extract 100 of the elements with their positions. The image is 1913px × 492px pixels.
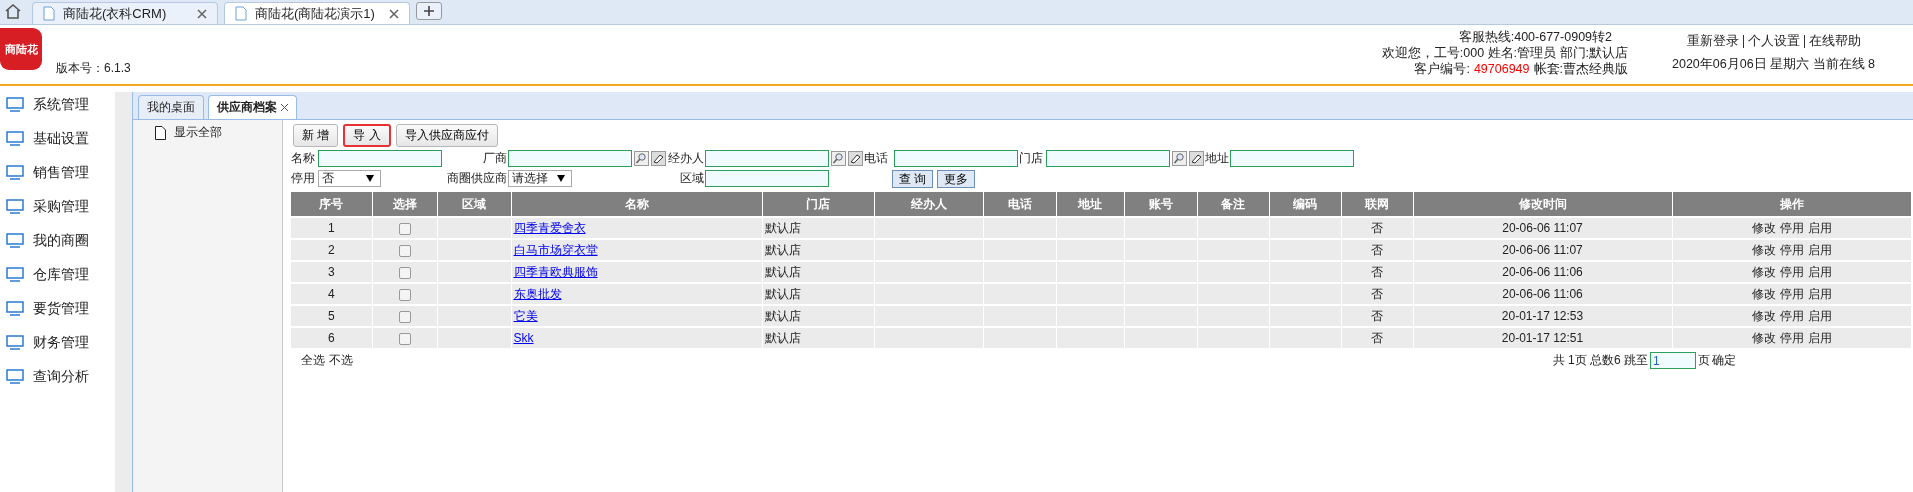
monitor-icon: [6, 131, 24, 146]
sidebar-item[interactable]: 财务管理: [0, 332, 115, 353]
search-icon[interactable]: [831, 151, 846, 166]
sidebar-item[interactable]: 系统管理: [0, 94, 115, 115]
row-action-link[interactable]: 修改: [1751, 241, 1776, 259]
input-field[interactable]: [705, 170, 829, 187]
table-cell: 20-06-06 11:06: [1413, 283, 1672, 305]
row-action-link[interactable]: 修改: [1751, 285, 1776, 303]
row-action-link[interactable]: 停用: [1779, 263, 1804, 281]
checkbox[interactable]: [398, 222, 411, 235]
checkbox[interactable]: [398, 244, 411, 257]
sidebar-item[interactable]: 查询分析: [0, 366, 115, 387]
pager-summary: 共 1页 总数6 跳至: [1552, 352, 1648, 369]
table-cell: 默认店: [762, 327, 874, 348]
input-field[interactable]: [894, 150, 1018, 167]
header-link[interactable]: 在线帮助: [1808, 33, 1861, 50]
toolbar-button[interactable]: 导入供应商应付: [395, 124, 498, 147]
column-header: 修改时间: [1413, 192, 1672, 217]
selection-link[interactable]: 不选: [329, 352, 353, 369]
checkbox[interactable]: [398, 288, 411, 301]
filter-button[interactable]: 更多: [937, 169, 976, 188]
welcome-text: 欢迎您，工号:000 姓名:管理员 部门:默认店: [1381, 45, 1628, 61]
filter-label: 商圈供应商: [446, 170, 507, 187]
input-field[interactable]: [1230, 150, 1354, 167]
row-action-link[interactable]: 启用: [1807, 285, 1832, 303]
sidebar-item[interactable]: 采购管理: [0, 196, 115, 217]
browser-tab[interactable]: 商陆花(商陆花演示1): [224, 2, 410, 24]
row-action-link[interactable]: 修改: [1751, 329, 1776, 347]
row-action-link[interactable]: 停用: [1779, 241, 1804, 259]
row-action-link[interactable]: 停用: [1779, 285, 1804, 303]
monitor-icon: [6, 165, 24, 180]
column-header: 名称: [511, 192, 762, 217]
sidebar-item[interactable]: 要货管理: [0, 298, 115, 319]
filter-label: 电话: [864, 150, 889, 167]
row-action-link[interactable]: 停用: [1779, 219, 1804, 237]
table-cell: 默认店: [762, 217, 874, 239]
filter-label: 区域: [679, 170, 704, 187]
close-icon[interactable]: [197, 8, 207, 19]
row-action-link[interactable]: 停用: [1779, 307, 1804, 325]
sidebar-item[interactable]: 销售管理: [0, 162, 115, 183]
row-action-link[interactable]: 停用: [1779, 329, 1804, 347]
monitor-icon: [6, 335, 24, 350]
toolbar-button[interactable]: 新 增: [293, 124, 339, 147]
table-cell: 4: [291, 283, 372, 305]
row-action-link[interactable]: 修改: [1751, 307, 1776, 325]
eraser-icon[interactable]: [1189, 151, 1204, 166]
row-action-link[interactable]: 启用: [1807, 329, 1832, 347]
tab[interactable]: 供应商档案: [208, 95, 297, 119]
browser-tab[interactable]: 商陆花(衣科CRM): [32, 2, 218, 24]
table-cell: 默认店: [762, 261, 874, 283]
row-action-link[interactable]: 启用: [1807, 307, 1832, 325]
row-action-link[interactable]: 修改: [1751, 219, 1776, 237]
input-field[interactable]: [508, 150, 632, 167]
checkbox[interactable]: [398, 266, 411, 279]
caret-icon: [557, 175, 565, 182]
close-icon[interactable]: [281, 104, 288, 111]
search-icon[interactable]: [1172, 151, 1187, 166]
column-header: 经办人: [874, 192, 983, 217]
eraser-icon[interactable]: [848, 151, 863, 166]
input-field[interactable]: [705, 150, 829, 167]
logo: 商陆花: [0, 28, 42, 70]
dropdown[interactable]: 否: [318, 170, 381, 187]
input-field[interactable]: [1046, 150, 1170, 167]
row-action-link[interactable]: 启用: [1807, 241, 1832, 259]
page-input[interactable]: 1: [1650, 352, 1696, 369]
table-cell: 20-06-06 11:07: [1413, 217, 1672, 239]
header-link[interactable]: 重新登录: [1686, 33, 1739, 50]
supplier-link[interactable]: Skk: [513, 331, 534, 345]
supplier-link[interactable]: 它美: [513, 308, 538, 323]
checkbox[interactable]: [398, 310, 411, 323]
supplier-link[interactable]: 东奥批发: [513, 286, 562, 301]
sidebar-item[interactable]: 基础设置: [0, 128, 115, 149]
table-cell: 20-06-06 11:07: [1413, 239, 1672, 261]
toolbar-button[interactable]: 导 入: [343, 124, 391, 147]
header-link[interactable]: 个人设置: [1747, 33, 1800, 50]
home-icon[interactable]: [4, 3, 22, 20]
search-icon[interactable]: [634, 151, 649, 166]
dropdown[interactable]: 请选择: [508, 170, 572, 187]
close-icon[interactable]: [389, 8, 399, 19]
eraser-icon[interactable]: [651, 151, 666, 166]
tree-item[interactable]: 显示全部: [155, 124, 282, 141]
filter-label: 地址: [1205, 150, 1229, 167]
document-icon: [235, 6, 247, 21]
input-field[interactable]: [318, 150, 442, 167]
supplier-link[interactable]: 四季青爱舍衣: [513, 220, 586, 235]
selection-link[interactable]: 全选: [301, 352, 325, 369]
sidebar-item[interactable]: 我的商圈: [0, 230, 115, 251]
document-icon: [43, 6, 55, 21]
sidebar-item[interactable]: 仓库管理: [0, 264, 115, 285]
monitor-icon: [6, 301, 24, 316]
row-action-link[interactable]: 启用: [1807, 263, 1832, 281]
filter-button[interactable]: 查 询: [892, 169, 934, 188]
confirm-link[interactable]: 确定: [1712, 352, 1736, 369]
row-action-link[interactable]: 启用: [1807, 219, 1832, 237]
tab[interactable]: 我的桌面: [138, 95, 204, 119]
checkbox[interactable]: [398, 332, 411, 345]
new-tab-button[interactable]: [416, 2, 442, 20]
row-action-link[interactable]: 修改: [1751, 263, 1776, 281]
table-cell: 默认店: [762, 239, 874, 261]
table-cell: 否: [1341, 305, 1413, 327]
